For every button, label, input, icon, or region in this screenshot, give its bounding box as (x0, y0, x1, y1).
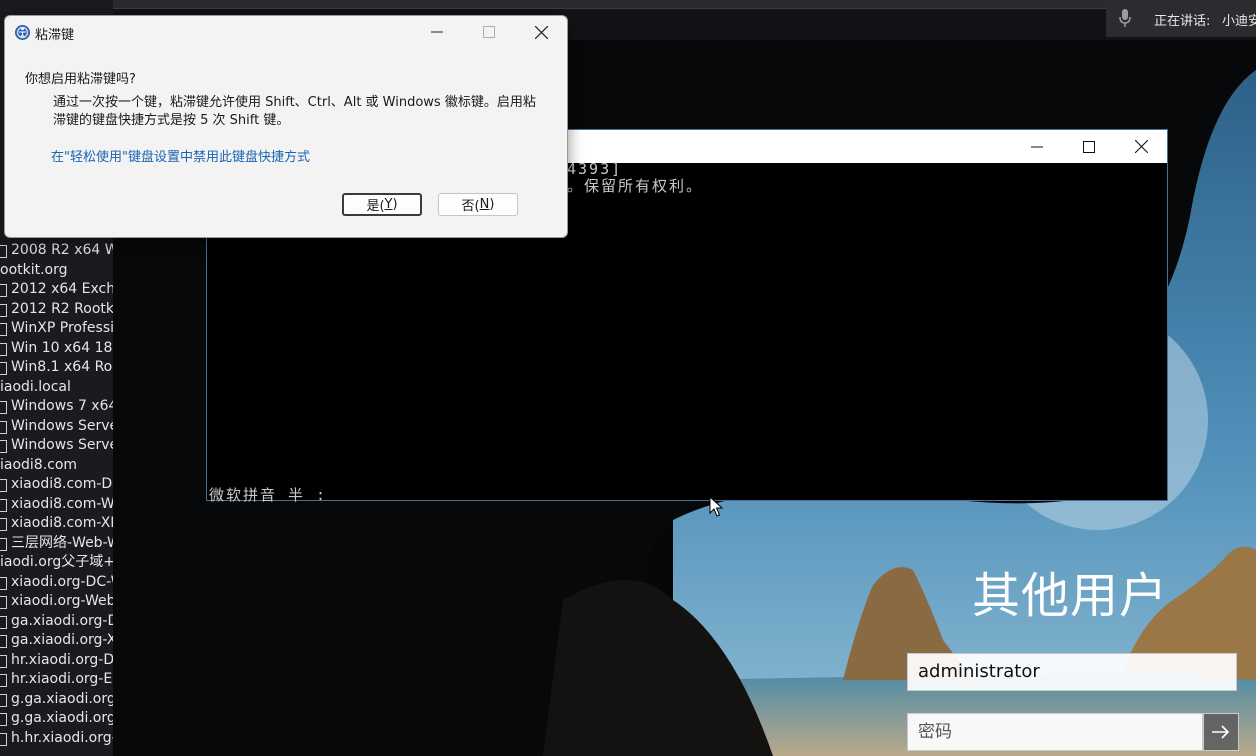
tree-item[interactable]: iaodi.org父子域+域 (0, 553, 113, 572)
tree-item[interactable]: iaodi8.com (0, 456, 77, 475)
yes-button[interactable]: 是(Y) (342, 193, 422, 216)
speaking-indicator: 正在讲话: 小迪安 (1106, 0, 1256, 37)
close-icon (534, 25, 548, 39)
arrow-right-icon (1212, 725, 1230, 739)
disable-shortcut-link[interactable]: 在"轻松使用"键盘设置中禁用此键盘快捷方式 (51, 146, 310, 165)
tree-item[interactable]: xiaodi8.com-DC (0, 475, 113, 494)
yes-accesskey: Y (384, 197, 393, 212)
no-text: 否( (461, 199, 480, 214)
tree-item[interactable]: ga.xiaodi.org-DC (0, 612, 113, 631)
tree-item[interactable]: 2012 R2 Rootkit (0, 300, 113, 319)
console-close-button[interactable] (1115, 130, 1167, 163)
tree-item[interactable]: hr.xiaodi.org-DC (0, 651, 113, 670)
sticky-keys-dialog[interactable]: 粘滞键 你想启用粘滞键吗? 通过一次按一个键，粘滞键允许使用 Shift、Ctr… (4, 15, 568, 238)
dialog-question: 你想启用粘滞键吗? (25, 72, 136, 87)
password-field[interactable]: 密码 (907, 713, 1203, 751)
dialog-close-button[interactable] (515, 16, 567, 48)
tree-item[interactable]: Windows Server (0, 436, 113, 455)
ease-of-access-icon (15, 25, 30, 40)
close-icon (1134, 140, 1148, 153)
tree-item[interactable]: g.ga.xiaodi.org- (0, 690, 113, 709)
tree-item[interactable]: xiaodi8.com-XD (0, 514, 113, 533)
tree-item[interactable]: xiaodi.org-Web (0, 592, 113, 611)
tree-item[interactable]: 2012 x64 Excha (0, 280, 113, 299)
cursor-icon (709, 496, 723, 517)
tree-item[interactable]: iaodi.local (0, 378, 71, 397)
speaking-label: 正在讲话: (1154, 14, 1211, 29)
no-close: ) (489, 197, 495, 212)
minimize-icon (1031, 146, 1043, 147)
no-accesskey: N (479, 197, 490, 212)
sign-in-button[interactable] (1203, 713, 1239, 751)
maximize-icon (483, 26, 495, 38)
other-user-title: 其他用户 (972, 568, 1169, 624)
ime-status: 微软拼音 半 : (209, 486, 328, 504)
tree-item[interactable]: xiaodi.org-DC-W (0, 573, 113, 592)
dialog-maximize-button[interactable] (463, 16, 515, 48)
tree-item[interactable]: h.hr.xiaodi.org-I (0, 729, 113, 748)
tree-item[interactable]: g.ga.xiaodi.org- (0, 709, 113, 728)
tree-item[interactable]: Win8.1 x64 Roo (0, 358, 113, 377)
console-minimize-button[interactable] (1011, 130, 1063, 163)
tree-item[interactable]: xiaodi8.com-We (0, 495, 113, 514)
tree-item[interactable]: ga.xiaodi.org-XI (0, 631, 113, 650)
dialog-description: 通过一次按一个键，粘滞键允许使用 Shift、Ctrl、Alt 或 Window… (53, 95, 536, 128)
minimize-icon (431, 31, 443, 33)
tree-item[interactable]: Windows 7 x64 (0, 397, 113, 416)
tree-item[interactable]: 三层网络-Web-W (0, 534, 113, 553)
tree-item[interactable]: ootkit.org (0, 261, 68, 280)
dialog-title: 粘滞键 (35, 28, 75, 43)
tree-item[interactable]: Win 10 x64 180 (0, 339, 113, 358)
tree-item[interactable]: 2008 R2 x64 We (0, 241, 113, 260)
yes-close: ) (392, 197, 398, 212)
yes-text: 是( (366, 199, 385, 214)
tree-item[interactable]: Windows Server (0, 417, 113, 436)
username-field[interactable]: administrator (907, 653, 1237, 691)
speaking-user: 小迪安 (1222, 14, 1256, 29)
no-button[interactable]: 否(N) (438, 193, 518, 216)
microphone-icon (1119, 9, 1131, 27)
console-line-copyright: 。保留所有权利。 (567, 177, 704, 195)
tree-item[interactable]: WinXP Professio (0, 319, 113, 338)
tree-item[interactable]: hr.xiaodi.org-En (0, 670, 113, 689)
console-maximize-button[interactable] (1063, 130, 1115, 163)
dialog-minimize-button[interactable] (411, 16, 463, 48)
maximize-icon (1083, 140, 1095, 153)
